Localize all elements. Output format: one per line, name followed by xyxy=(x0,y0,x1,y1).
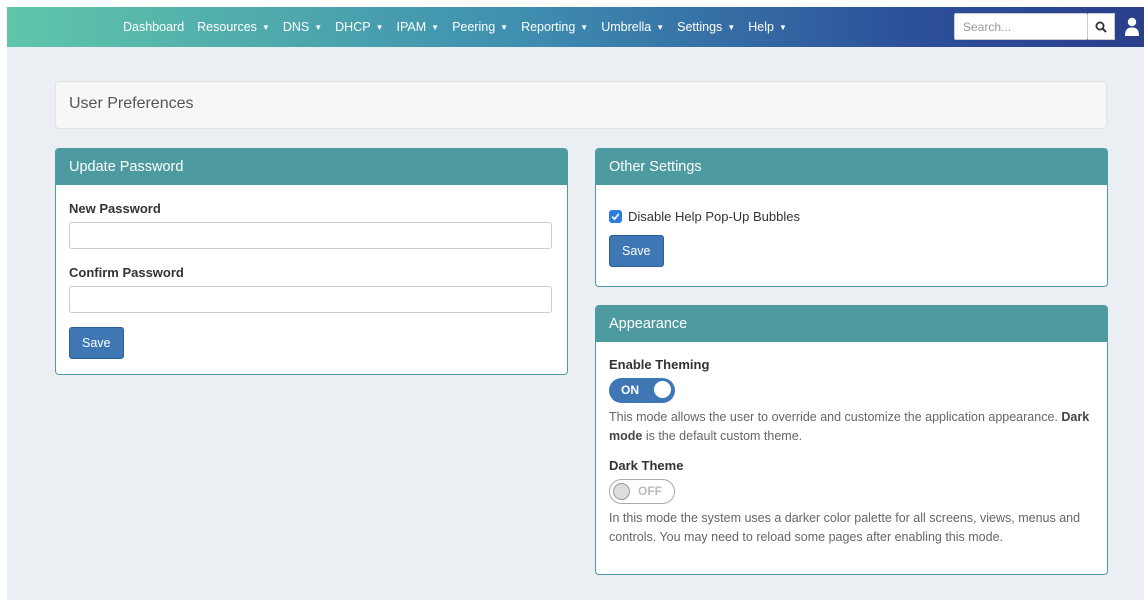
nav-item-reporting[interactable]: Reporting ▼ xyxy=(521,20,588,34)
disable-help-row: Disable Help Pop-Up Bubbles xyxy=(609,209,1094,224)
nav-item-peering[interactable]: Peering ▼ xyxy=(452,20,508,34)
page-title: User Preferences xyxy=(55,81,1107,129)
dark-theme-state: OFF xyxy=(638,484,662,498)
chevron-down-icon: ▼ xyxy=(314,22,323,32)
nav-item-umbrella[interactable]: Umbrella ▼ xyxy=(601,20,664,34)
chevron-down-icon: ▼ xyxy=(656,22,665,32)
disable-help-label: Disable Help Pop-Up Bubbles xyxy=(628,209,800,224)
nav-item-dashboard[interactable]: Dashboard xyxy=(123,20,184,34)
appearance-panel: Appearance Enable Theming ON This mode a… xyxy=(595,305,1108,575)
enable-theming-toggle[interactable]: ON xyxy=(609,378,675,403)
update-password-heading: Update Password xyxy=(56,149,567,185)
confirm-password-field[interactable] xyxy=(69,286,552,313)
nav-item-label: DNS xyxy=(282,20,310,34)
toggle-knob xyxy=(654,381,671,398)
nav-item-help[interactable]: Help ▼ xyxy=(748,20,787,34)
nav-item-label: DHCP xyxy=(335,20,371,34)
chevron-down-icon: ▼ xyxy=(727,22,736,32)
nav-item-label: Dashboard xyxy=(123,20,185,34)
nav-item-label: Reporting xyxy=(521,20,576,34)
nav-item-ipam[interactable]: IPAM ▼ xyxy=(397,20,440,34)
chevron-down-icon: ▼ xyxy=(500,22,509,32)
enable-theming-state: ON xyxy=(621,383,639,397)
search-button[interactable] xyxy=(1088,13,1115,40)
appearance-body: Enable Theming ON This mode allows the u… xyxy=(596,342,1107,560)
chevron-down-icon: ▼ xyxy=(261,22,270,32)
nav-item-label: Help xyxy=(748,20,774,34)
search-icon xyxy=(1095,21,1107,33)
other-settings-body: Disable Help Pop-Up Bubbles Save xyxy=(596,185,1107,280)
chevron-down-icon: ▼ xyxy=(580,22,589,32)
search-input[interactable] xyxy=(954,13,1088,40)
toggle-knob xyxy=(613,483,630,500)
appearance-heading: Appearance xyxy=(596,306,1107,342)
nav-item-dns[interactable]: DNS ▼ xyxy=(283,20,322,34)
page-content: User Preferences Update Password New Pas… xyxy=(7,47,1144,600)
nav-item-label: Resources xyxy=(197,20,257,34)
top-navbar: Dashboard Resources ▼ DNS ▼ DHCP ▼ IPAM ▼ Peering… xyxy=(7,7,1144,47)
update-password-save-button[interactable]: Save xyxy=(69,327,124,359)
update-password-panel: Update Password New Password Confirm Pas… xyxy=(55,148,568,375)
disable-help-checkbox[interactable] xyxy=(609,210,622,223)
nav-item-settings[interactable]: Settings ▼ xyxy=(677,20,735,34)
enable-theming-description: This mode allows the user to override an… xyxy=(609,408,1094,446)
nav-item-label: Umbrella xyxy=(601,20,652,34)
dark-theme-toggle[interactable]: OFF xyxy=(609,479,675,504)
other-settings-heading: Other Settings xyxy=(596,149,1107,185)
nav-item-label: Settings xyxy=(677,20,723,34)
dark-theme-description: In this mode the system uses a darker co… xyxy=(609,511,1081,544)
check-icon xyxy=(611,213,620,221)
dark-theme-label: Dark Theme xyxy=(609,458,684,473)
user-icon[interactable] xyxy=(1124,17,1140,37)
confirm-password-label: Confirm Password xyxy=(69,265,184,280)
enable-theming-desc-tail: is the default custom theme. xyxy=(642,429,803,443)
chevron-down-icon: ▼ xyxy=(778,22,787,32)
update-password-body: New Password Confirm Password Save xyxy=(56,185,567,372)
nav-item-label: IPAM xyxy=(396,20,427,34)
chevron-down-icon: ▼ xyxy=(431,22,440,32)
nav-item-label: Peering xyxy=(452,20,496,34)
enable-theming-desc-text: This mode allows the user to override an… xyxy=(609,410,1058,424)
nav-item-dhcp[interactable]: DHCP ▼ xyxy=(335,20,383,34)
new-password-field[interactable] xyxy=(69,222,552,249)
new-password-label: New Password xyxy=(69,201,161,216)
nav-menu: Dashboard Resources ▼ DNS ▼ DHCP ▼ IPAM ▼ Peering… xyxy=(123,20,800,34)
chevron-down-icon: ▼ xyxy=(375,22,384,32)
other-settings-panel: Other Settings Disable Help Pop-Up Bubbl… xyxy=(595,148,1108,287)
other-settings-save-button[interactable]: Save xyxy=(609,235,664,267)
enable-theming-label: Enable Theming xyxy=(609,357,710,372)
nav-item-resources[interactable]: Resources ▼ xyxy=(197,20,270,34)
